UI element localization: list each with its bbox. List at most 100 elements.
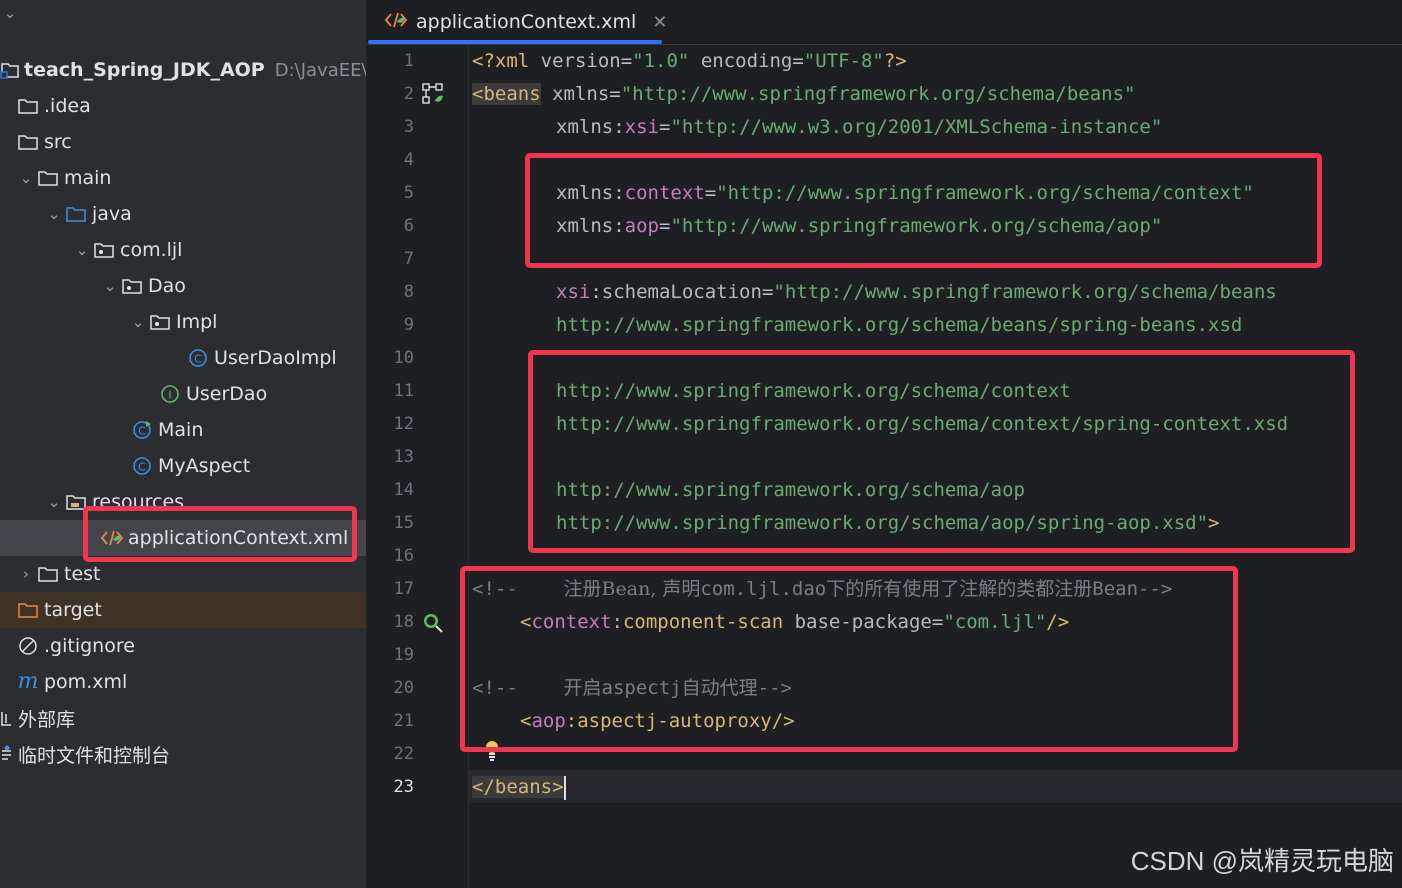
chevron-right-icon[interactable]: › [16, 565, 36, 583]
svg-text:C: C [138, 461, 146, 474]
text-cursor [563, 775, 566, 800]
svg-text:C: C [138, 425, 146, 438]
chevron-down-icon[interactable]: ⌄ [0, 4, 20, 22]
tree-item-external-libraries[interactable]: 外部库 [0, 700, 366, 736]
line-number: 17 [393, 579, 414, 599]
annotation-box-config [460, 566, 1238, 752]
class-icon: C [130, 456, 154, 476]
folder-icon [36, 168, 60, 188]
token: = [658, 116, 671, 138]
folder-icon [36, 564, 60, 584]
line-number: 4 [403, 150, 414, 170]
token: = [609, 83, 621, 105]
scratches-icon [0, 744, 14, 764]
token: "http://www.springframework.org/schema/b… [620, 83, 1136, 105]
chevron-down-icon[interactable]: ⌄ [128, 313, 148, 331]
tree-item-pom[interactable]: m pom.xml [0, 664, 366, 700]
line-number: 13 [393, 447, 414, 467]
token: "http://www.w3.org/2001/XMLSchema-instan… [670, 116, 1163, 138]
tab-label: applicationContext.xml [416, 11, 637, 33]
token: xsi [556, 281, 591, 303]
svg-text:I: I [168, 389, 171, 402]
token: </beans> [472, 776, 564, 798]
tree-item-myaspect[interactable]: C MyAspect [0, 448, 366, 484]
tab-applicationcontext[interactable]: applicationContext.xml ✕ [366, 0, 667, 44]
tree-item-project-root[interactable]: teach_Spring_JDK_AOP D:\JavaEE\teach [0, 52, 366, 88]
tree-item-gitignore[interactable]: .gitignore [0, 628, 366, 664]
tree-item-target[interactable]: target [0, 592, 366, 628]
line-number: 8 [403, 282, 414, 302]
line-number-gutter: 1 2 3 4 5 6 7 8 9 10 11 12 13 14 15 16 1… [366, 45, 498, 888]
token: version [540, 50, 621, 72]
line-number: 20 [393, 678, 414, 698]
line-number: 1 [403, 51, 414, 71]
line-number: 16 [393, 546, 414, 566]
tree-item-impl[interactable]: ⌄ Impl [0, 304, 366, 340]
tree-item-userdaoimpl[interactable]: C UserDaoImpl [0, 340, 366, 376]
annotation-box-schema-locations [528, 350, 1355, 553]
tree-item-src[interactable]: src [0, 124, 366, 160]
code-line-3: xmlns:xsi="http://www.w3.org/2001/XMLSch… [556, 111, 1402, 144]
line-number-current: 23 [393, 777, 414, 797]
maven-icon: m [17, 669, 39, 694]
chevron-down-icon[interactable]: ⌄ [100, 277, 120, 295]
tree-item-label: Main [158, 419, 204, 441]
annotation-box-file [83, 506, 357, 562]
chevron-down-icon[interactable]: ⌄ [16, 169, 36, 187]
tree-item-idea[interactable]: .idea [0, 88, 366, 124]
package-icon [148, 312, 172, 332]
line-number: 11 [393, 381, 414, 401]
excluded-folder-icon [16, 600, 40, 620]
code-line-9: http://www.springframework.org/schema/be… [556, 309, 1402, 342]
line-number: 10 [393, 348, 414, 368]
token: http://www.springframework.org/schema/be… [556, 314, 1243, 336]
project-tree-panel: ⌄ teach_Spring_JDK_AOP D:\JavaEE\teach .… [0, 0, 366, 888]
tree-item-label: MyAspect [158, 455, 251, 477]
token: xmlns [556, 116, 614, 138]
line-number: 12 [393, 414, 414, 434]
token: "http://www.springframework.org/schema/b… [773, 281, 1277, 303]
close-icon[interactable]: ✕ [652, 12, 667, 33]
diagram-gutter-icon[interactable] [422, 83, 444, 109]
editor-tab-bar: applicationContext.xml ✕ [366, 0, 1402, 45]
line-number: 7 [403, 249, 414, 269]
line-number: 3 [403, 117, 414, 137]
line-number: 6 [403, 216, 414, 236]
tree-item-java[interactable]: ⌄ java [0, 196, 366, 232]
code-line-1: <?xml version="1.0" encoding="UTF-8"?> [472, 45, 1402, 78]
tree-item-label: com.ljl [120, 239, 183, 261]
token: ?> [883, 50, 907, 72]
tree-item-main[interactable]: ⌄ main [0, 160, 366, 196]
ignore-file-icon [16, 636, 40, 656]
tree-item-label: pom.xml [44, 671, 128, 693]
tree-item-scratches[interactable]: 临时文件和控制台 [0, 736, 366, 772]
runnable-class-icon: C [130, 420, 154, 440]
line-number: 5 [403, 183, 414, 203]
tree-collapse-toggle[interactable]: ⌄ [0, 0, 366, 30]
chevron-down-icon[interactable]: ⌄ [44, 493, 64, 511]
chevron-down-icon[interactable]: ⌄ [72, 241, 92, 259]
tree-item-com-ljl[interactable]: ⌄ com.ljl [0, 232, 366, 268]
xml-file-icon [384, 10, 408, 34]
tree-item-userdao[interactable]: I UserDao [0, 376, 366, 412]
bean-search-gutter-icon[interactable] [422, 612, 446, 640]
library-icon [0, 708, 14, 728]
tree-item-label: Impl [176, 311, 218, 333]
watermark: CSDN @岚精灵玩电脑 [1130, 846, 1394, 876]
line-number: 15 [393, 513, 414, 533]
tree-item-label: src [44, 131, 72, 153]
active-tab-indicator [368, 40, 662, 44]
tree-item-label: target [44, 599, 102, 621]
line-number: 22 [393, 744, 414, 764]
tree-item-main-class[interactable]: C Main [0, 412, 366, 448]
line-number: 18 [393, 612, 414, 632]
tree-item-label: .idea [44, 95, 91, 117]
tree-item-label: 外部库 [18, 708, 76, 731]
folder-icon [16, 96, 40, 116]
line-number: 2 [403, 84, 414, 104]
tree-item-label: java [92, 203, 132, 225]
token: xsi [624, 116, 659, 138]
interface-icon: I [158, 384, 182, 404]
tree-item-dao[interactable]: ⌄ Dao [0, 268, 366, 304]
chevron-down-icon[interactable]: ⌄ [44, 205, 64, 223]
